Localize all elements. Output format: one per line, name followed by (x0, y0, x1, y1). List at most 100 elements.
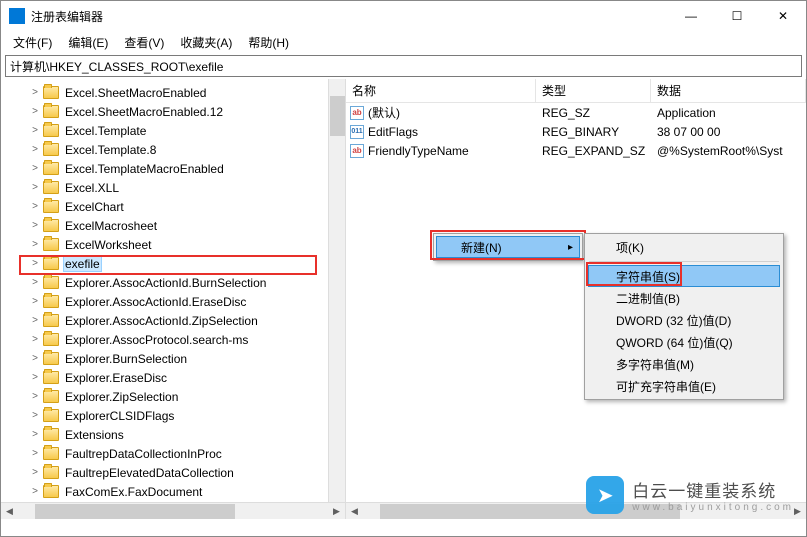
list-header: 名称 类型 数据 (346, 79, 806, 103)
folder-icon (43, 295, 59, 308)
expand-icon[interactable]: > (29, 201, 41, 212)
tree-item[interactable]: >FaxComEx.FaxDocument (1, 482, 345, 501)
menu-bar: 文件(F) 编辑(E) 查看(V) 收藏夹(A) 帮助(H) (1, 31, 806, 53)
expand-icon[interactable]: > (29, 315, 41, 326)
address-bar[interactable]: 计算机\HKEY_CLASSES_ROOT\exefile (5, 55, 802, 77)
tree-label: Excel.Template.8 (63, 143, 158, 157)
minimize-button[interactable]: — (668, 1, 714, 31)
expand-icon[interactable]: > (29, 239, 41, 250)
tree-label: ExcelChart (63, 200, 126, 214)
menu-item-string[interactable]: 字符串值(S) (588, 265, 780, 287)
tree-item[interactable]: >Extensions (1, 425, 345, 444)
value-type: REG_EXPAND_SZ (536, 144, 651, 158)
value-icon: 011 (350, 125, 364, 139)
list-row[interactable]: abFriendlyTypeNameREG_EXPAND_SZ@%SystemR… (346, 141, 806, 160)
tree-label: Excel.TemplateMacroEnabled (63, 162, 226, 176)
folder-icon (43, 390, 59, 403)
tree-label: ExcelMacrosheet (63, 219, 159, 233)
expand-icon[interactable]: > (29, 486, 41, 497)
expand-icon[interactable]: > (29, 429, 41, 440)
tree-item[interactable]: > ExcelChart (1, 197, 345, 216)
tree-item[interactable]: >Excel.SheetMacroEnabled (1, 83, 345, 102)
expand-icon[interactable]: > (29, 258, 41, 269)
expand-icon[interactable]: > (29, 372, 41, 383)
expand-icon[interactable]: > (29, 144, 41, 155)
value-type: REG_BINARY (536, 125, 651, 139)
menu-item-binary[interactable]: 二进制值(B) (588, 287, 780, 309)
menu-item-new[interactable]: 新建(N) (436, 236, 580, 258)
tree-label: FaultrepDataCollectionInProc (63, 447, 224, 461)
tree-label: Explorer.EraseDisc (63, 371, 169, 385)
tree-item[interactable]: >ExcelWorksheet (1, 235, 345, 254)
expand-icon[interactable]: > (29, 182, 41, 193)
menu-view[interactable]: 查看(V) (116, 32, 172, 53)
menu-help[interactable]: 帮助(H) (240, 32, 297, 53)
tree-item[interactable]: > Excel.SheetMacroEnabled.12 (1, 102, 345, 121)
expand-icon[interactable]: > (29, 106, 41, 117)
tree-item[interactable]: >Excel.Template (1, 121, 345, 140)
list-row[interactable]: ab(默认)REG_SZApplication (346, 103, 806, 122)
tree-scrollbar-vertical[interactable] (328, 79, 345, 502)
expand-icon[interactable]: > (29, 296, 41, 307)
expand-icon[interactable]: > (29, 334, 41, 345)
tree-label: Explorer.AssocProtocol.search-ms (63, 333, 250, 347)
title-bar: 注册表编辑器 — ☐ ✕ (1, 1, 806, 31)
expand-icon[interactable]: > (29, 353, 41, 364)
col-type[interactable]: 类型 (536, 79, 651, 102)
col-data[interactable]: 数据 (651, 79, 806, 102)
tree-item[interactable]: > Excel.XLL (1, 178, 345, 197)
value-data: 38 07 00 00 (651, 125, 806, 139)
tree-item[interactable]: > Explorer.EraseDisc (1, 368, 345, 387)
tree-label: Excel.XLL (63, 181, 121, 195)
watermark: ➤ 白云一键重装系统 www.baiyunxitong.com (586, 476, 794, 514)
folder-icon (43, 181, 59, 194)
expand-icon[interactable]: > (29, 220, 41, 231)
folder-icon (43, 485, 59, 498)
tree-label: Explorer.AssocActionId.BurnSelection (63, 276, 268, 290)
expand-icon[interactable]: > (29, 125, 41, 136)
tree-item[interactable]: > Explorer.AssocActionId.BurnSelection (1, 273, 345, 292)
tree-item[interactable]: > Excel.Template.8 (1, 140, 345, 159)
folder-icon (43, 352, 59, 365)
list-row[interactable]: 011EditFlagsREG_BINARY38 07 00 00 (346, 122, 806, 141)
folder-icon (43, 219, 59, 232)
expand-icon[interactable]: > (29, 467, 41, 478)
menu-item-key[interactable]: 项(K) (588, 236, 780, 258)
expand-icon[interactable]: > (29, 448, 41, 459)
expand-icon[interactable]: > (29, 410, 41, 421)
tree-item[interactable]: >Explorer.AssocActionId.EraseDisc (1, 292, 345, 311)
menu-item-dword[interactable]: DWORD (32 位)值(D) (588, 309, 780, 331)
tree-scrollbar-horizontal[interactable]: ◀▶ (1, 502, 345, 519)
tree-item[interactable]: >Explorer.ZipSelection (1, 387, 345, 406)
folder-icon (43, 200, 59, 213)
menu-item-qword[interactable]: QWORD (64 位)值(Q) (588, 331, 780, 353)
expand-icon[interactable]: > (29, 391, 41, 402)
menu-item-expandstring[interactable]: 可扩充字符串值(E) (588, 375, 780, 397)
tree-item[interactable]: > FaultrepDataCollectionInProc (1, 444, 345, 463)
tree-item[interactable]: > Excel.TemplateMacroEnabled (1, 159, 345, 178)
menu-item-multistring[interactable]: 多字符串值(M) (588, 353, 780, 375)
close-button[interactable]: ✕ (760, 1, 806, 31)
col-name[interactable]: 名称 (346, 79, 536, 102)
tree-label: Explorer.BurnSelection (63, 352, 189, 366)
expand-icon[interactable]: > (29, 163, 41, 174)
tree-item[interactable]: >ExplorerCLSIDFlags (1, 406, 345, 425)
tree-item[interactable]: > Explorer.BurnSelection (1, 349, 345, 368)
tree-label: Excel.SheetMacroEnabled.12 (63, 105, 225, 119)
tree-item[interactable]: > Explorer.AssocProtocol.search-ms (1, 330, 345, 349)
tree-item[interactable]: >FaultrepElevatedDataCollection (1, 463, 345, 482)
menu-file[interactable]: 文件(F) (5, 32, 60, 53)
tree-label: exefile (63, 256, 102, 272)
app-icon (9, 8, 25, 24)
tree-item[interactable]: > exefile (1, 254, 345, 273)
tree-item[interactable]: >Explorer.AssocActionId.ZipSelection (1, 311, 345, 330)
tree-item[interactable]: > ExcelMacrosheet (1, 216, 345, 235)
menu-edit[interactable]: 编辑(E) (60, 32, 116, 53)
menu-favorites[interactable]: 收藏夹(A) (172, 32, 240, 53)
tree-panel: >Excel.SheetMacroEnabled > Excel.SheetMacr… (1, 79, 346, 519)
folder-icon (43, 105, 59, 118)
expand-icon[interactable]: > (29, 277, 41, 288)
maximize-button[interactable]: ☐ (714, 1, 760, 31)
folder-icon (43, 428, 59, 441)
expand-icon[interactable]: > (29, 87, 41, 98)
